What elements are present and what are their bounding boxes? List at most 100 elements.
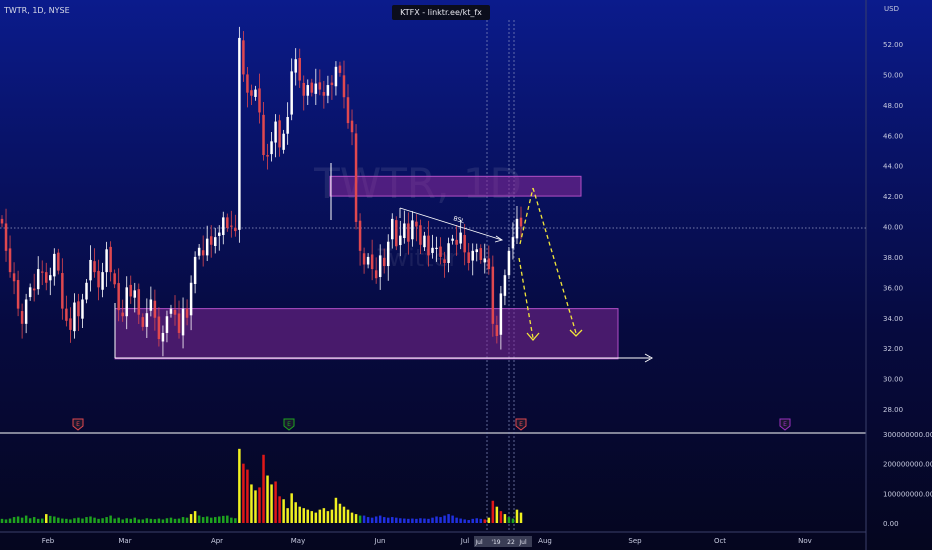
candle-body (274, 121, 277, 143)
volume-bar (61, 518, 64, 523)
volume-bar (153, 519, 157, 523)
date-chip-label: Jul (474, 539, 483, 546)
volume-tick-label: 100000000.00 (883, 490, 932, 498)
volume-bar (209, 517, 213, 523)
date-chip-label: '19 (491, 539, 500, 546)
price-chart-svg: TWTR, 1DTwitterBSLEEEE28.0030.0032.0034.… (0, 0, 932, 550)
candle-body (334, 66, 338, 87)
volume-bar (129, 518, 132, 523)
candle-body (447, 243, 450, 263)
candle-body (423, 235, 426, 248)
candle-body (254, 89, 257, 97)
volume-bar (0, 518, 4, 523)
chart-area[interactable]: TWTR, 1DTwitterBSLEEEE28.0030.0032.0034.… (0, 0, 932, 550)
candle-body (153, 300, 157, 318)
candle-body (222, 217, 225, 236)
volume-bar (427, 518, 430, 523)
candle-body (145, 313, 149, 327)
candle-body (451, 238, 454, 241)
volume-bar (451, 515, 454, 523)
candle-body (201, 250, 205, 256)
volume-bar (391, 517, 394, 523)
candle-body (77, 301, 80, 317)
candle-body (205, 238, 209, 256)
candle-body (69, 318, 72, 330)
volume-bar (419, 518, 422, 523)
volume-bar (222, 515, 225, 523)
time-tick-label: Sep (628, 537, 642, 545)
volume-bar (101, 518, 104, 523)
volume-bar (503, 514, 507, 523)
volume-bar (443, 515, 446, 523)
candle-body (298, 57, 301, 81)
candle-body (49, 275, 52, 281)
candle-body (294, 59, 297, 73)
volume-bar (403, 518, 406, 523)
volume-bar (282, 499, 285, 523)
candle-body (101, 272, 104, 290)
price-tick-label: 32.00 (883, 345, 903, 353)
time-tick-label: Aug (538, 537, 552, 545)
candle-body (310, 82, 314, 93)
volume-bar (113, 518, 116, 523)
volume-bar (238, 448, 241, 523)
volume-bar (201, 517, 205, 523)
price-tick-label: 42.00 (883, 193, 903, 201)
volume-bar (20, 517, 24, 523)
candle-body (270, 141, 273, 155)
candle-body (129, 284, 132, 297)
price-tick-label: 34.00 (883, 315, 903, 323)
candle-body (282, 133, 285, 150)
candle-body (286, 117, 289, 134)
volume-bar (193, 511, 197, 523)
volume-bar (346, 509, 350, 523)
candle-body (137, 289, 141, 315)
candle-body (366, 256, 370, 265)
volume-bar (495, 506, 499, 523)
volume-bar (93, 517, 96, 523)
supply-zone[interactable] (329, 175, 582, 197)
candle-body (342, 75, 346, 98)
candle-body (443, 259, 446, 263)
earnings-marker-label: E (76, 421, 80, 428)
volume-bar (447, 514, 450, 523)
volume-bar (463, 519, 466, 523)
candle-body (386, 241, 390, 267)
volume-bar (81, 518, 84, 523)
time-tick-label: Jun (374, 537, 386, 545)
candle-body (197, 247, 201, 256)
candle-body (407, 223, 410, 242)
volume-bar (242, 463, 245, 523)
candle-body (193, 256, 197, 284)
volume-bar (459, 518, 462, 523)
volume-bar (89, 516, 92, 523)
volume-bar (149, 518, 153, 523)
candle-body (250, 90, 253, 96)
candle-body (258, 88, 261, 113)
earnings-marker-label: E (783, 421, 787, 428)
candle-body (427, 235, 430, 256)
volume-bar (246, 469, 249, 523)
demand-zone[interactable] (114, 308, 619, 360)
candle-body (459, 232, 462, 244)
candle-body (491, 266, 495, 324)
volume-bar (358, 515, 362, 523)
volume-bar (455, 517, 458, 523)
volume-bar (65, 518, 68, 523)
volume-bar (32, 517, 36, 523)
candle-body (61, 273, 64, 309)
price-tick-label: 40.00 (883, 224, 903, 232)
candle-body (121, 312, 124, 317)
candle-body (326, 85, 330, 96)
volume-bar (338, 503, 342, 523)
volume-bar (12, 517, 16, 523)
candle-body (0, 218, 4, 224)
volume-bar (515, 509, 519, 523)
candle-body (117, 283, 120, 311)
candle-body (306, 85, 310, 96)
volume-bar (121, 519, 124, 523)
publisher-badge: KTFX - linktr.ee/kt_fx (392, 5, 490, 20)
volume-bar (491, 500, 495, 523)
volume-bar (354, 514, 358, 523)
volume-bar (97, 518, 100, 523)
